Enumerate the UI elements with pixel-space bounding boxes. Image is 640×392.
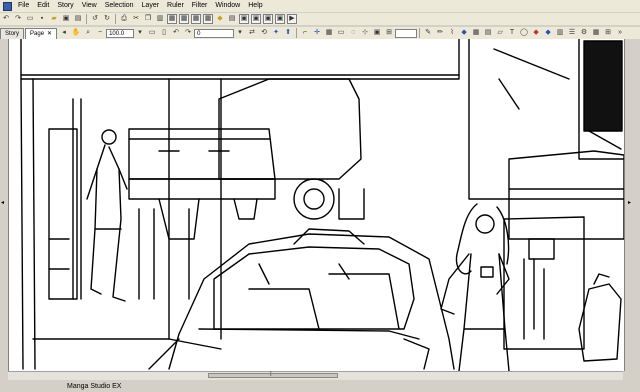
menu-file[interactable]: File bbox=[14, 0, 33, 12]
toolbar-separator bbox=[86, 14, 87, 24]
copy-icon[interactable]: ❐ bbox=[143, 14, 153, 24]
rotation-field[interactable]: 0 bbox=[194, 28, 235, 38]
transform-icon[interactable]: ✛ bbox=[312, 28, 322, 38]
gradient-icon[interactable]: ▤ bbox=[483, 28, 493, 38]
guide-icon[interactable]: ⊞ bbox=[384, 28, 394, 38]
grid-icon[interactable]: ▤ bbox=[227, 14, 237, 24]
manga-artwork bbox=[20, 39, 624, 371]
rotate-right-icon[interactable]: ↷ bbox=[183, 28, 193, 38]
settings-icon[interactable]: ⚙ bbox=[579, 28, 589, 38]
menu-selection[interactable]: Selection bbox=[101, 0, 138, 12]
layer-folder-icon[interactable]: ◆ bbox=[215, 14, 225, 24]
panel-3-icon[interactable]: ▣ bbox=[263, 14, 273, 24]
menu-edit[interactable]: Edit bbox=[33, 0, 53, 12]
eraser-icon[interactable]: ▱ bbox=[495, 28, 505, 38]
palette-icon[interactable]: ◆ bbox=[543, 28, 553, 38]
menu-bar: File Edit Story View Selection Layer Rul… bbox=[0, 0, 640, 12]
redo-arrow-icon[interactable]: ↷ bbox=[13, 14, 23, 24]
lasso-icon[interactable]: ◌ bbox=[348, 28, 358, 38]
snap-icon[interactable]: ⊞ bbox=[603, 28, 613, 38]
menu-ruler[interactable]: Ruler bbox=[163, 0, 188, 12]
tab-page-label: Page bbox=[30, 31, 45, 37]
nav-prev-icon[interactable]: ◂ bbox=[59, 28, 69, 38]
zoom-field[interactable]: 100.0 bbox=[106, 28, 135, 38]
undo-icon[interactable]: ↺ bbox=[90, 14, 100, 24]
scroll-grip-icon: ⁞ bbox=[270, 372, 272, 378]
ruler-icon[interactable]: ▦ bbox=[324, 28, 334, 38]
drawing-canvas[interactable] bbox=[8, 39, 625, 371]
play-icon[interactable]: ▶ bbox=[287, 14, 297, 24]
new-page-icon[interactable]: ▭ bbox=[25, 14, 35, 24]
open-folder-icon[interactable]: ▰ bbox=[49, 14, 59, 24]
status-bar: Manga Studio EX bbox=[0, 380, 640, 392]
menu-help[interactable]: Help bbox=[244, 0, 266, 12]
pen-icon[interactable]: ✎ bbox=[423, 28, 433, 38]
view-mode-4-icon[interactable]: ▦ bbox=[203, 14, 213, 24]
flip-icon[interactable]: ⇄ bbox=[247, 28, 257, 38]
close-icon[interactable]: ✕ bbox=[47, 31, 52, 37]
zoom-out-icon[interactable]: − bbox=[95, 28, 105, 38]
move-icon[interactable]: ⊹ bbox=[360, 28, 370, 38]
pin-icon[interactable]: ✦ bbox=[271, 28, 281, 38]
reset-icon[interactable]: ⟲ bbox=[259, 28, 269, 38]
horizontal-scrollbar[interactable]: ⁞ bbox=[8, 371, 623, 380]
close-doc-icon[interactable]: ▤ bbox=[73, 14, 83, 24]
hand-icon[interactable]: ✋ bbox=[71, 28, 81, 38]
paste-icon[interactable]: ▥ bbox=[155, 14, 165, 24]
secondary-toolbar: Story Page ✕ ◂ ✋ ⌕ − 100.0 ▾ ▭ ▯ ↶ ↷ 0 ▾ … bbox=[0, 27, 640, 39]
rotate-left-icon[interactable]: ↶ bbox=[171, 28, 181, 38]
pencil-icon[interactable]: ✏ bbox=[435, 28, 445, 38]
frame-icon[interactable]: ▣ bbox=[372, 28, 382, 38]
tab-page[interactable]: Page ✕ bbox=[25, 28, 58, 39]
text-icon[interactable]: T bbox=[507, 28, 517, 38]
save-icon[interactable]: ▪ bbox=[37, 14, 47, 24]
selection-icon[interactable]: ⌐ bbox=[300, 28, 310, 38]
cut-icon[interactable]: ✂ bbox=[131, 14, 141, 24]
menu-layer[interactable]: Layer bbox=[138, 0, 164, 12]
scrollbar-thumb[interactable] bbox=[208, 373, 338, 378]
redo-icon[interactable]: ↻ bbox=[102, 14, 112, 24]
menu-story[interactable]: Story bbox=[53, 0, 77, 12]
balloon-icon[interactable]: ◯ bbox=[519, 28, 529, 38]
zoom-icon[interactable]: ⌕ bbox=[83, 28, 93, 38]
layer-icon[interactable]: ▥ bbox=[555, 28, 565, 38]
export-icon[interactable]: ▣ bbox=[61, 14, 71, 24]
tab-story[interactable]: Story bbox=[0, 28, 25, 39]
fill-icon[interactable]: ◆ bbox=[459, 28, 469, 38]
right-expand-icon[interactable]: ▸ bbox=[628, 199, 631, 206]
left-expand-icon[interactable]: ◂ bbox=[1, 199, 4, 206]
right-panel-rail[interactable]: ▸ bbox=[624, 39, 640, 371]
toolbar-separator bbox=[419, 28, 421, 38]
toolbar-expand-icon[interactable]: » bbox=[615, 28, 625, 38]
properties-icon[interactable]: ☰ bbox=[567, 28, 577, 38]
menu-window[interactable]: Window bbox=[211, 0, 244, 12]
fit-width-icon[interactable]: ▯ bbox=[159, 28, 169, 38]
rotation-dropdown-icon[interactable]: ▾ bbox=[235, 28, 245, 38]
view-mode-2-icon[interactable]: ▦ bbox=[179, 14, 189, 24]
undo-arrow-icon[interactable]: ↶ bbox=[1, 14, 11, 24]
tone-icon[interactable]: ▦ bbox=[471, 28, 481, 38]
main-toolbar: ↶ ↷ ▭ ▪ ▰ ▣ ▤ ↺ ↻ ⎙ ✂ ❐ ▥ ▦ ▦ ▦ ▦ ◆ ▤ ▣ … bbox=[0, 13, 640, 25]
brush-icon[interactable]: ⌇ bbox=[447, 28, 457, 38]
menu-filter[interactable]: Filter bbox=[188, 0, 212, 12]
panel-1-icon[interactable]: ▣ bbox=[239, 14, 249, 24]
view-mode-3-icon[interactable]: ▦ bbox=[191, 14, 201, 24]
print-icon[interactable]: ⎙ bbox=[119, 14, 129, 24]
color-icon[interactable]: ◆ bbox=[531, 28, 541, 38]
status-text: Manga Studio EX bbox=[67, 383, 122, 390]
arrow-icon[interactable]: ⬆ bbox=[283, 28, 293, 38]
panel-2-icon[interactable]: ▣ bbox=[251, 14, 261, 24]
left-panel-rail[interactable]: ◂ bbox=[0, 39, 8, 371]
size-field[interactable] bbox=[395, 28, 418, 38]
zoom-dropdown-icon[interactable]: ▾ bbox=[135, 28, 145, 38]
panel-4-icon[interactable]: ▣ bbox=[275, 14, 285, 24]
toolbar-separator bbox=[115, 14, 116, 24]
grid2-icon[interactable]: ▦ bbox=[591, 28, 601, 38]
app-icon[interactable] bbox=[3, 1, 12, 11]
toolbar-separator bbox=[296, 28, 298, 38]
rect-select-icon[interactable]: ▭ bbox=[336, 28, 346, 38]
fit-page-icon[interactable]: ▭ bbox=[147, 28, 157, 38]
view-mode-1-icon[interactable]: ▦ bbox=[167, 14, 177, 24]
menu-view[interactable]: View bbox=[78, 0, 101, 12]
